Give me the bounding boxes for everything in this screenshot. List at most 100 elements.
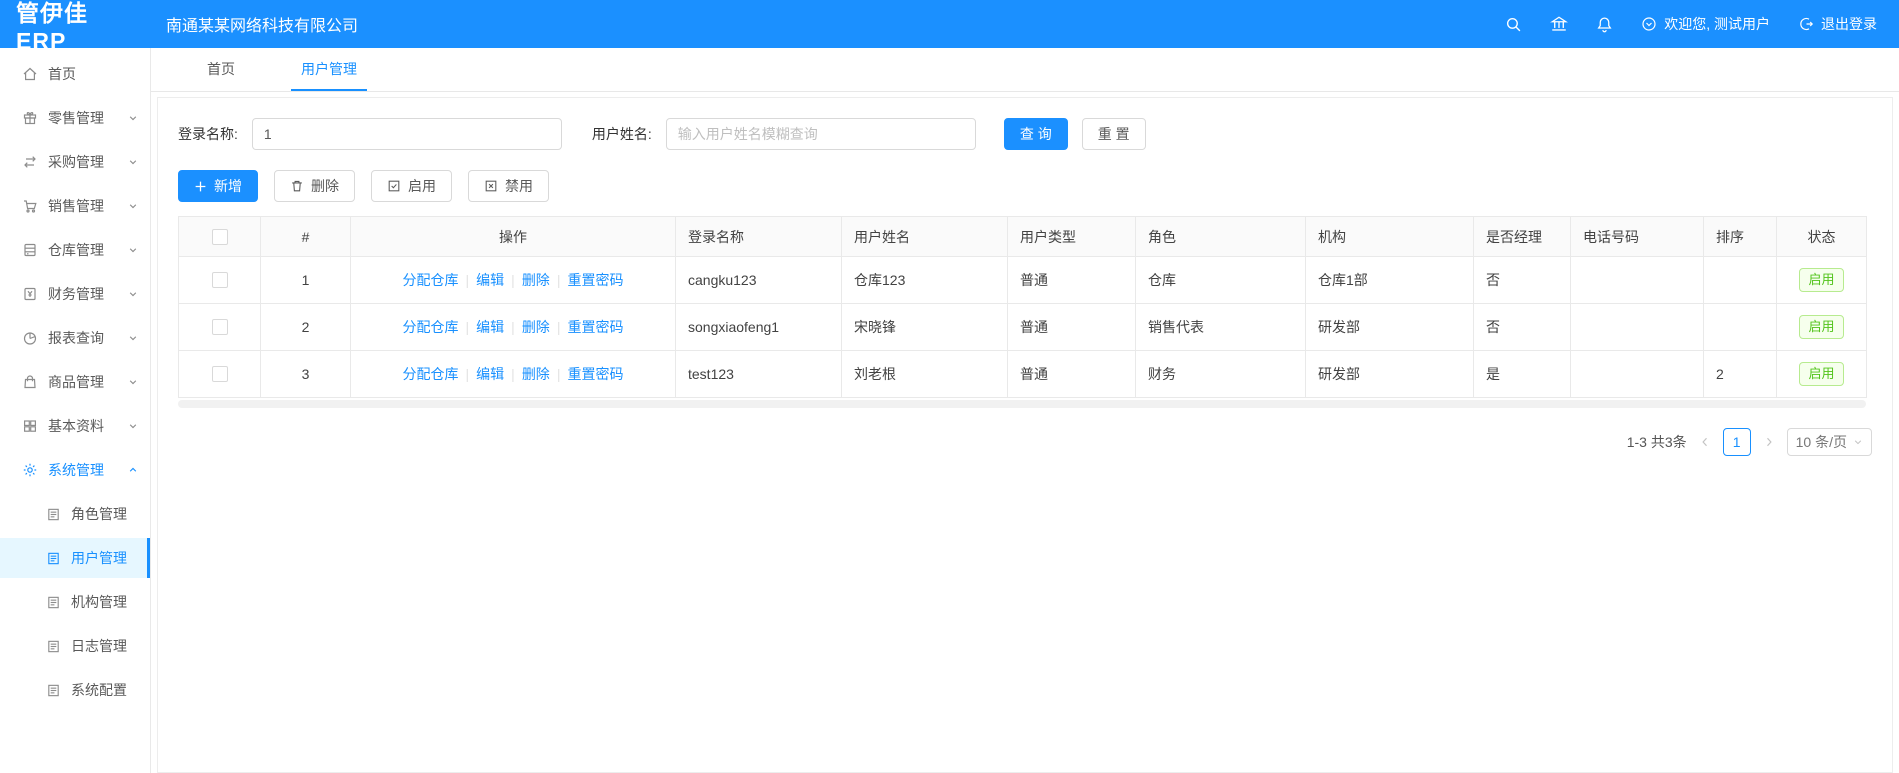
cell-role: 销售代表 [1135, 303, 1306, 351]
prev-page-button[interactable] [1699, 436, 1711, 448]
add-button[interactable]: 新增 [178, 170, 258, 202]
search-button[interactable]: 查 询 [1003, 118, 1068, 150]
link-separator: | [556, 319, 561, 335]
home-icon [22, 66, 38, 82]
sidebar-item-role-management[interactable]: 角色管理 [0, 494, 150, 534]
sidebar-item-sales[interactable]: 销售管理 [0, 186, 150, 226]
chevron-down-icon [128, 157, 138, 167]
table-header-row: # 操作 登录名称 用户姓名 用户类型 角色 机构 是否经理 电话号码 排序 状… [178, 216, 1867, 257]
main-content: 首页 用户管理 登录名称: 用户姓名: 查 询 重 置 新增 [151, 48, 1899, 773]
delete-link[interactable]: 删除 [522, 319, 550, 335]
reset-password-link[interactable]: 重置密码 [567, 319, 623, 335]
cell-name: 刘老根 [841, 350, 1008, 398]
user-name-label: 用户姓名: [591, 126, 652, 142]
user-table: # 操作 登录名称 用户姓名 用户类型 角色 机构 是否经理 电话号码 排序 状… [178, 216, 1867, 398]
finance-icon [22, 286, 38, 302]
edit-link[interactable]: 编辑 [476, 272, 504, 288]
row-checkbox[interactable] [211, 272, 228, 288]
chevron-down-icon [128, 421, 138, 431]
pie-chart-icon [22, 330, 38, 346]
login-name-input[interactable] [251, 118, 562, 150]
row-checkbox-cell [178, 303, 261, 351]
row-checkbox[interactable] [211, 319, 228, 335]
logout-button[interactable]: 退出登录 [1798, 14, 1877, 34]
sidebar-item-base-data[interactable]: 基本资料 [0, 406, 150, 446]
assign-warehouse-link[interactable]: 分配仓库 [403, 319, 459, 335]
cell-sort [1703, 256, 1777, 304]
header-ops: 操作 [350, 216, 676, 257]
doc-icon [46, 551, 61, 566]
header-manager: 是否经理 [1473, 216, 1571, 257]
header-status: 状态 [1776, 216, 1867, 257]
sidebar-item-system[interactable]: 系统管理 [0, 450, 150, 490]
company-name: 南通某某网络科技有限公司 [166, 18, 359, 35]
sidebar-item-finance[interactable]: 财务管理 [0, 274, 150, 314]
tab-home[interactable]: 首页 [197, 48, 245, 91]
enable-button[interactable]: 启用 [371, 170, 452, 202]
sidebar: 首页 零售管理 采购管理 销售管理 仓库管理 财务管理 报表查询 商品管理 基本… [0, 48, 151, 773]
cell-type: 普通 [1007, 350, 1136, 398]
cell-manager: 是 [1473, 350, 1571, 398]
header-login: 登录名称 [675, 216, 842, 257]
chevron-down-icon [128, 333, 138, 343]
cell-status: 启用 [1776, 350, 1867, 398]
page-1-button[interactable]: 1 [1722, 428, 1751, 456]
link-separator: | [511, 272, 515, 288]
delete-link[interactable]: 删除 [522, 272, 550, 288]
reset-password-link[interactable]: 重置密码 [567, 272, 623, 288]
edit-link[interactable]: 编辑 [476, 366, 504, 382]
search-icon[interactable] [1505, 16, 1522, 33]
sidebar-item-label: 机构管理 [71, 594, 127, 610]
user-menu[interactable]: 欢迎您, 测试用户 [1641, 14, 1770, 34]
cell-phone [1570, 350, 1704, 398]
cell-type: 普通 [1007, 256, 1136, 304]
delete-link[interactable]: 删除 [522, 366, 550, 382]
delete-button[interactable]: 删除 [274, 170, 355, 202]
sidebar-item-retail[interactable]: 零售管理 [0, 98, 150, 138]
cell-role: 仓库 [1135, 256, 1306, 304]
link-separator: | [556, 272, 561, 288]
sidebar-item-home[interactable]: 首页 [0, 54, 150, 94]
header-name: 用户姓名 [841, 216, 1008, 257]
user-name-input[interactable] [665, 118, 976, 150]
tab-bar: 首页 用户管理 [151, 48, 1899, 92]
page-size-select[interactable]: 10 条/页 [1786, 428, 1872, 456]
cell-org: 仓库1部 [1305, 256, 1474, 304]
doc-icon [46, 683, 61, 698]
sidebar-item-purchase[interactable]: 采购管理 [0, 142, 150, 182]
next-page-button[interactable] [1763, 436, 1775, 448]
sidebar-item-log-management[interactable]: 日志管理 [0, 626, 150, 666]
sidebar-item-user-management[interactable]: 用户管理 [0, 538, 150, 578]
cell-index: 3 [260, 350, 351, 398]
tab-user-management[interactable]: 用户管理 [291, 48, 367, 91]
sidebar-item-warehouse[interactable]: 仓库管理 [0, 230, 150, 270]
sidebar-item-reports[interactable]: 报表查询 [0, 318, 150, 358]
select-all-checkbox[interactable] [211, 228, 228, 245]
disable-button[interactable]: 禁用 [468, 170, 549, 202]
chevron-down-icon [128, 377, 138, 387]
edit-link[interactable]: 编辑 [476, 319, 504, 335]
horizontal-scrollbar[interactable] [178, 400, 1866, 408]
chevron-down-icon [128, 289, 138, 299]
swap-icon [22, 154, 38, 170]
assign-warehouse-link[interactable]: 分配仓库 [403, 366, 459, 382]
chevron-down-icon [128, 113, 138, 123]
sidebar-item-system-config[interactable]: 系统配置 [0, 670, 150, 710]
login-name-label: 登录名称: [178, 126, 238, 142]
header-type: 用户类型 [1007, 216, 1136, 257]
bell-icon[interactable] [1596, 16, 1613, 33]
reset-button[interactable]: 重 置 [1081, 118, 1146, 150]
header-role: 角色 [1135, 216, 1306, 257]
bank-icon[interactable] [1550, 15, 1569, 33]
reset-password-link[interactable]: 重置密码 [567, 366, 623, 382]
cell-sort: 2 [1703, 350, 1777, 398]
sidebar-item-org-management[interactable]: 机构管理 [0, 582, 150, 622]
assign-warehouse-link[interactable]: 分配仓库 [403, 272, 459, 288]
gift-icon [22, 110, 38, 126]
row-checkbox[interactable] [211, 366, 228, 382]
status-badge: 启用 [1799, 362, 1844, 386]
cell-ops: 分配仓库 | 编辑 | 删除 | 重置密码 [350, 303, 676, 351]
sidebar-item-products[interactable]: 商品管理 [0, 362, 150, 402]
circle-down-icon [1641, 16, 1657, 32]
link-separator: | [556, 366, 561, 382]
